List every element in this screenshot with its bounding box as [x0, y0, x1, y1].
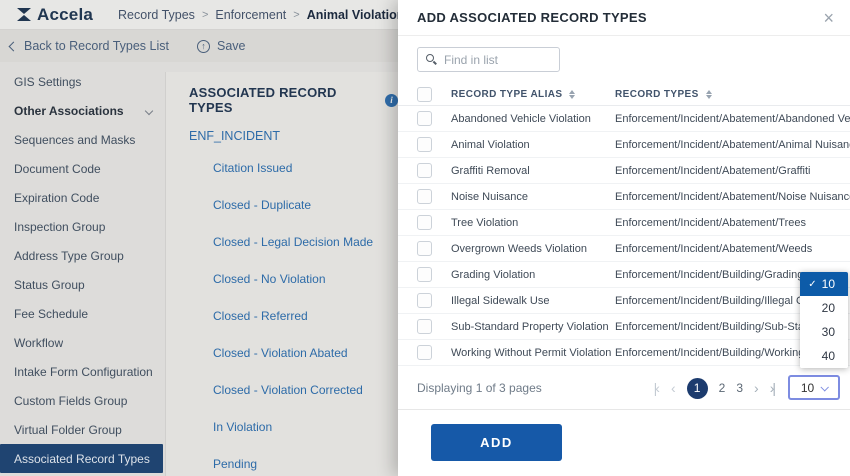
page-size-value: 10 — [801, 381, 814, 395]
search-icon — [426, 54, 437, 65]
table-row[interactable]: Noise Nuisance Enforcement/Incident/Abat… — [398, 184, 850, 210]
page-size-option-10[interactable]: ✓ 10 — [800, 272, 848, 296]
record-types-table: RECORD TYPE ALIAS RECORD TYPES Abandoned… — [398, 84, 850, 366]
pagination-status: Displaying 1 of 3 pages — [417, 381, 542, 395]
sort-icon[interactable] — [569, 90, 575, 99]
row-checkbox[interactable] — [417, 267, 432, 282]
add-button[interactable]: ADD — [431, 424, 562, 461]
row-checkbox[interactable] — [417, 241, 432, 256]
pager-last-icon[interactable]: ›| — [770, 380, 776, 396]
search-input[interactable] — [444, 53, 551, 67]
record-type-alias: Sub-Standard Property Violation — [451, 321, 615, 333]
row-checkbox[interactable] — [417, 293, 432, 308]
row-checkbox[interactable] — [417, 163, 432, 178]
table-row[interactable]: Overgrown Weeds Violation Enforcement/In… — [398, 236, 850, 262]
pager: |‹ ‹ 1 2 3 › ›| — [654, 373, 776, 403]
table-row[interactable]: Tree Violation Enforcement/Incident/Abat… — [398, 210, 850, 236]
close-icon[interactable]: × — [823, 9, 834, 27]
screen: Accela Record Types > Enforcement > Anim… — [0, 0, 850, 476]
record-type-alias: Animal Violation — [451, 139, 615, 151]
pager-prev-icon[interactable]: ‹ — [671, 380, 676, 396]
page-button-2[interactable]: 2 — [719, 381, 726, 395]
record-type-path: Enforcement/Incident/Abatement/Graffiti — [615, 165, 850, 177]
table-row[interactable]: Graffiti Removal Enforcement/Incident/Ab… — [398, 158, 850, 184]
table-row[interactable]: Illegal Sidewalk Use Enforcement/Inciden… — [398, 288, 850, 314]
page-button-1[interactable]: 1 — [687, 378, 708, 399]
sort-icon[interactable] — [706, 90, 712, 99]
row-checkbox[interactable] — [417, 189, 432, 204]
record-type-alias: Tree Violation — [451, 217, 615, 229]
row-checkbox[interactable] — [417, 111, 432, 126]
record-type-alias: Working Without Permit Violation — [451, 347, 615, 359]
record-type-path: Enforcement/Incident/Abatement/Abandoned… — [615, 113, 850, 125]
table-row[interactable]: Grading Violation Enforcement/Incident/B… — [398, 262, 850, 288]
column-header-record-types: RECORD TYPES — [615, 89, 699, 100]
table-row[interactable]: Working Without Permit Violation Enforce… — [398, 340, 850, 366]
select-all-checkbox[interactable] — [417, 87, 432, 102]
row-checkbox[interactable] — [417, 137, 432, 152]
page-size-option-40[interactable]: 40 — [800, 344, 848, 368]
search-box — [417, 47, 560, 72]
record-type-path: Enforcement/Incident/Abatement/Animal Nu… — [615, 139, 850, 151]
modal-title: ADD ASSOCIATED RECORD TYPES — [417, 10, 647, 25]
row-checkbox[interactable] — [417, 215, 432, 230]
modal-header: ADD ASSOCIATED RECORD TYPES × — [398, 0, 850, 36]
record-type-alias: Abandoned Vehicle Violation — [451, 113, 615, 125]
row-checkbox[interactable] — [417, 345, 432, 360]
page-size-dropdown: ✓ 10 20 30 40 — [800, 272, 848, 368]
table-row[interactable]: Sub-Standard Property Violation Enforcem… — [398, 314, 850, 340]
pager-next-icon[interactable]: › — [754, 380, 759, 396]
table-row[interactable]: Animal Violation Enforcement/Incident/Ab… — [398, 132, 850, 158]
page-button-3[interactable]: 3 — [736, 381, 743, 395]
column-header-record-type-alias: RECORD TYPE ALIAS — [451, 89, 562, 100]
page-size-select[interactable]: 10 — [788, 375, 840, 400]
page-size-option-20[interactable]: 20 — [800, 296, 848, 320]
record-type-alias: Noise Nuisance — [451, 191, 615, 203]
record-type-alias: Illegal Sidewalk Use — [451, 295, 615, 307]
table-row[interactable]: Abandoned Vehicle Violation Enforcement/… — [398, 106, 850, 132]
check-icon: ✓ — [808, 279, 816, 290]
table-header: RECORD TYPE ALIAS RECORD TYPES — [398, 84, 850, 106]
pagination-bar: Displaying 1 of 3 pages |‹ ‹ 1 2 3 › ›| … — [398, 373, 850, 403]
add-associated-record-types-modal: ADD ASSOCIATED RECORD TYPES × RECORD TYP… — [398, 0, 850, 476]
record-type-alias: Grading Violation — [451, 269, 615, 281]
record-type-path: Enforcement/Incident/Abatement/Trees — [615, 217, 850, 229]
record-type-alias: Overgrown Weeds Violation — [451, 243, 615, 255]
row-checkbox[interactable] — [417, 319, 432, 334]
page-size-option-30[interactable]: 30 — [800, 320, 848, 344]
pager-first-icon[interactable]: |‹ — [654, 380, 660, 396]
footer-divider — [398, 409, 850, 410]
record-type-alias: Graffiti Removal — [451, 165, 615, 177]
record-type-path: Enforcement/Incident/Abatement/Weeds — [615, 243, 850, 255]
record-type-path: Enforcement/Incident/Abatement/Noise Nui… — [615, 191, 850, 203]
select-chevron-icon — [821, 383, 829, 391]
